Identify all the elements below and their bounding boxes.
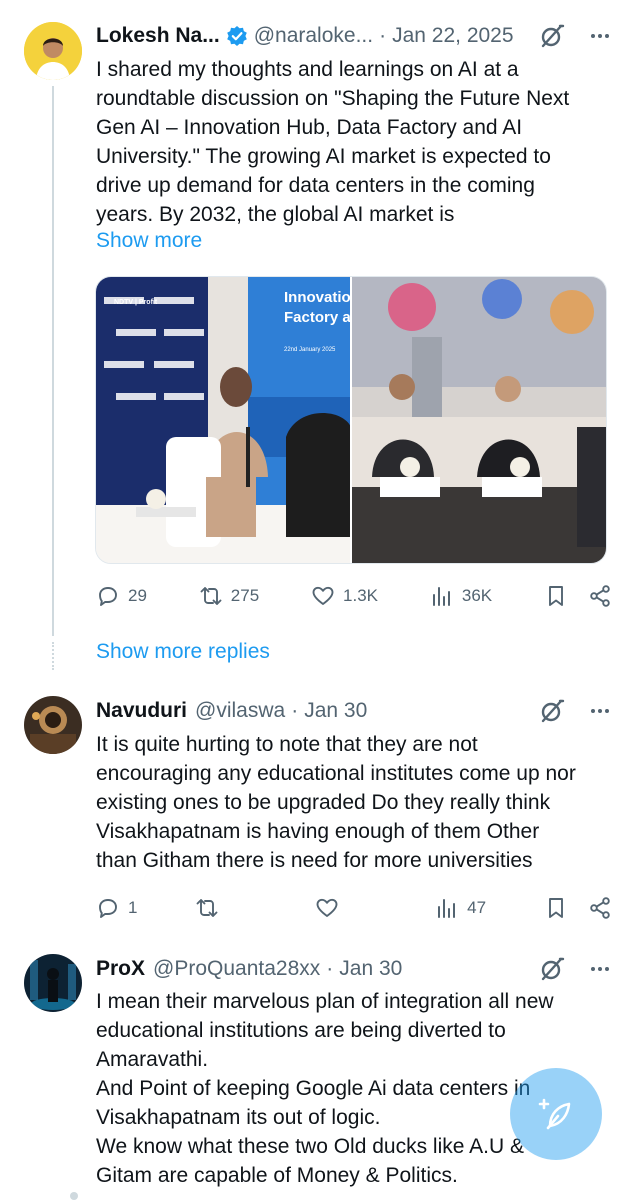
views-button[interactable]: 36K (430, 584, 492, 608)
media-photo-right[interactable] (351, 277, 606, 563)
tweet-media[interactable]: NDTV | Profit Innovation H Factory and A… (95, 276, 607, 564)
repost-button[interactable]: 275 (199, 584, 259, 608)
compose-button[interactable] (510, 1068, 602, 1160)
like-button[interactable]: 1.3K (311, 584, 378, 608)
share-icon[interactable] (588, 896, 612, 920)
reply-count: 1 (128, 898, 138, 917)
user-handle[interactable]: @ProQuanta28xx (153, 957, 320, 981)
display-name[interactable]: ProX (96, 957, 145, 981)
repost-button[interactable] (195, 896, 257, 920)
tweet-extra-actions (544, 584, 612, 608)
tweet-date[interactable]: Jan 30 (339, 957, 402, 981)
tweet-header: Lokesh Na... @naraloke... · Jan 22, 2025 (96, 21, 612, 51)
user-handle[interactable]: @vilaswa (195, 699, 285, 723)
views-count: 36K (461, 586, 493, 605)
thread-indicator-dot (70, 1192, 78, 1200)
separator: · (379, 24, 387, 47)
header-actions (538, 696, 612, 726)
reply-button[interactable]: 1 (96, 896, 137, 920)
share-icon[interactable] (588, 584, 612, 608)
bookmark-icon[interactable] (544, 584, 568, 608)
tweet-actions: 1 47 (96, 892, 612, 924)
grok-icon[interactable] (538, 697, 566, 725)
compose-icon (538, 1098, 571, 1130)
tweet-date[interactable]: Jan 30 (304, 699, 367, 723)
separator: · (326, 957, 334, 980)
reply-icon (99, 899, 117, 918)
more-icon[interactable] (588, 24, 612, 48)
banner-line-2: Factory and A (284, 309, 350, 326)
like-icon (312, 586, 334, 605)
views-icon (438, 899, 456, 918)
avatar[interactable] (24, 22, 82, 80)
tweet-date[interactable]: Jan 22, 2025 (392, 24, 513, 48)
reply-count: 29 (128, 586, 147, 605)
views-button[interactable]: 47 (435, 896, 486, 920)
thread-dotted-line (52, 642, 54, 670)
tweet-header: Navuduri @vilaswa · Jan 30 (96, 696, 612, 726)
verified-badge-icon (226, 25, 248, 47)
reply-button[interactable]: 29 (96, 584, 147, 608)
repost-icon (196, 899, 218, 917)
banner-line-1: Innovation H (284, 289, 350, 306)
views-icon (432, 587, 450, 606)
bookmark-icon[interactable] (544, 896, 568, 920)
tweet-extra-actions (544, 896, 612, 920)
tweet-text: It is quite hurting to note that they ar… (96, 733, 576, 872)
header-actions (538, 954, 612, 984)
thread-line (52, 86, 54, 636)
display-name[interactable]: Lokesh Na... (96, 24, 220, 48)
grok-icon[interactable] (538, 22, 566, 50)
banner-date: 22nd January 2025 (284, 347, 336, 353)
more-icon[interactable] (588, 957, 612, 981)
tweet-text: I shared my thoughts and learnings on AI… (96, 58, 570, 226)
avatar[interactable] (24, 696, 82, 754)
grok-icon[interactable] (538, 955, 566, 983)
header-actions (538, 21, 612, 51)
tweet-actions: 29 275 1.3K 36K (96, 580, 612, 612)
left-brand-label: NDTV | Profit (114, 299, 158, 306)
user-handle[interactable]: @naraloke... (254, 24, 373, 48)
like-button[interactable] (315, 896, 377, 920)
media-photo-left[interactable]: NDTV | Profit Innovation H Factory and A… (96, 277, 350, 563)
separator: · (291, 699, 299, 722)
views-count: 47 (467, 898, 487, 917)
show-more-replies-link[interactable]: Show more replies (96, 640, 270, 664)
reply-icon (99, 587, 117, 606)
like-count: 1.3K (343, 586, 378, 605)
tweet-header: ProX @ProQuanta28xx · Jan 30 (96, 954, 612, 984)
show-more-link[interactable]: Show more (96, 229, 202, 253)
repost-count: 275 (230, 586, 260, 605)
like-icon (316, 898, 338, 917)
tweet-lokesh[interactable]: Lokesh Na... @naraloke... · Jan 22, 2025… (0, 0, 632, 640)
repost-icon (200, 587, 222, 605)
avatar[interactable] (24, 954, 82, 1012)
display-name[interactable]: Navuduri (96, 699, 187, 723)
tweet-navuduri[interactable]: Navuduri @vilaswa · Jan 30 It is quite h… (0, 690, 632, 940)
more-icon[interactable] (588, 699, 612, 723)
